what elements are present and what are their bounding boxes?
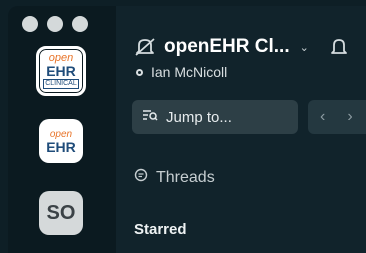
threads-icon — [134, 168, 148, 187]
workspace-rail: open EHR CLINICAL open EHR SO — [8, 6, 116, 253]
workspace-openehr-clinical[interactable]: open EHR CLINICAL — [36, 46, 86, 96]
workspace-header[interactable]: openEHR Cl... ⌄ — [134, 36, 347, 58]
workspace-title[interactable]: openEHR Cl... — [164, 36, 290, 58]
presence-status-icon — [136, 68, 143, 76]
jump-to-label: Jump to... — [166, 108, 232, 126]
chevron-down-icon[interactable]: ⌄ — [300, 41, 309, 54]
workspace-initials: SO — [46, 201, 76, 224]
bell-icon[interactable] — [330, 37, 347, 57]
minimize-window-button[interactable] — [47, 16, 63, 32]
app-window: open EHR CLINICAL open EHR SO openEHR Cl… — [8, 6, 366, 253]
close-window-button[interactable] — [22, 16, 38, 32]
workspace-openehr[interactable]: open EHR — [39, 119, 83, 163]
jump-to-search[interactable]: Jump to... — [132, 100, 298, 134]
notifications-off-icon[interactable] — [134, 37, 156, 57]
sidebar-item-label: Threads — [156, 168, 215, 186]
back-button[interactable]: ‹ — [320, 108, 325, 126]
current-user[interactable]: Ian McNicoll — [136, 64, 227, 80]
search-list-icon — [142, 108, 158, 126]
workspace-so[interactable]: SO — [39, 191, 83, 235]
sidebar-item-threads[interactable]: Threads — [134, 168, 215, 187]
workspace-logo-line1: open — [49, 128, 73, 140]
user-name: Ian McNicoll — [151, 64, 228, 80]
forward-button[interactable]: › — [347, 108, 352, 126]
starred-section-header[interactable]: Starred — [134, 221, 187, 238]
workspace-logo-line2: EHR — [46, 63, 76, 79]
history-navigation: ‹ › — [308, 100, 366, 134]
channel-sidebar: openEHR Cl... ⌄ Ian McNicoll Jump to... … — [116, 6, 366, 253]
workspace-logo-line3: CLINICAL — [43, 79, 79, 89]
zoom-window-button[interactable] — [72, 16, 88, 32]
workspace-logo-line2: EHR — [46, 138, 76, 155]
window-controls — [22, 16, 88, 32]
